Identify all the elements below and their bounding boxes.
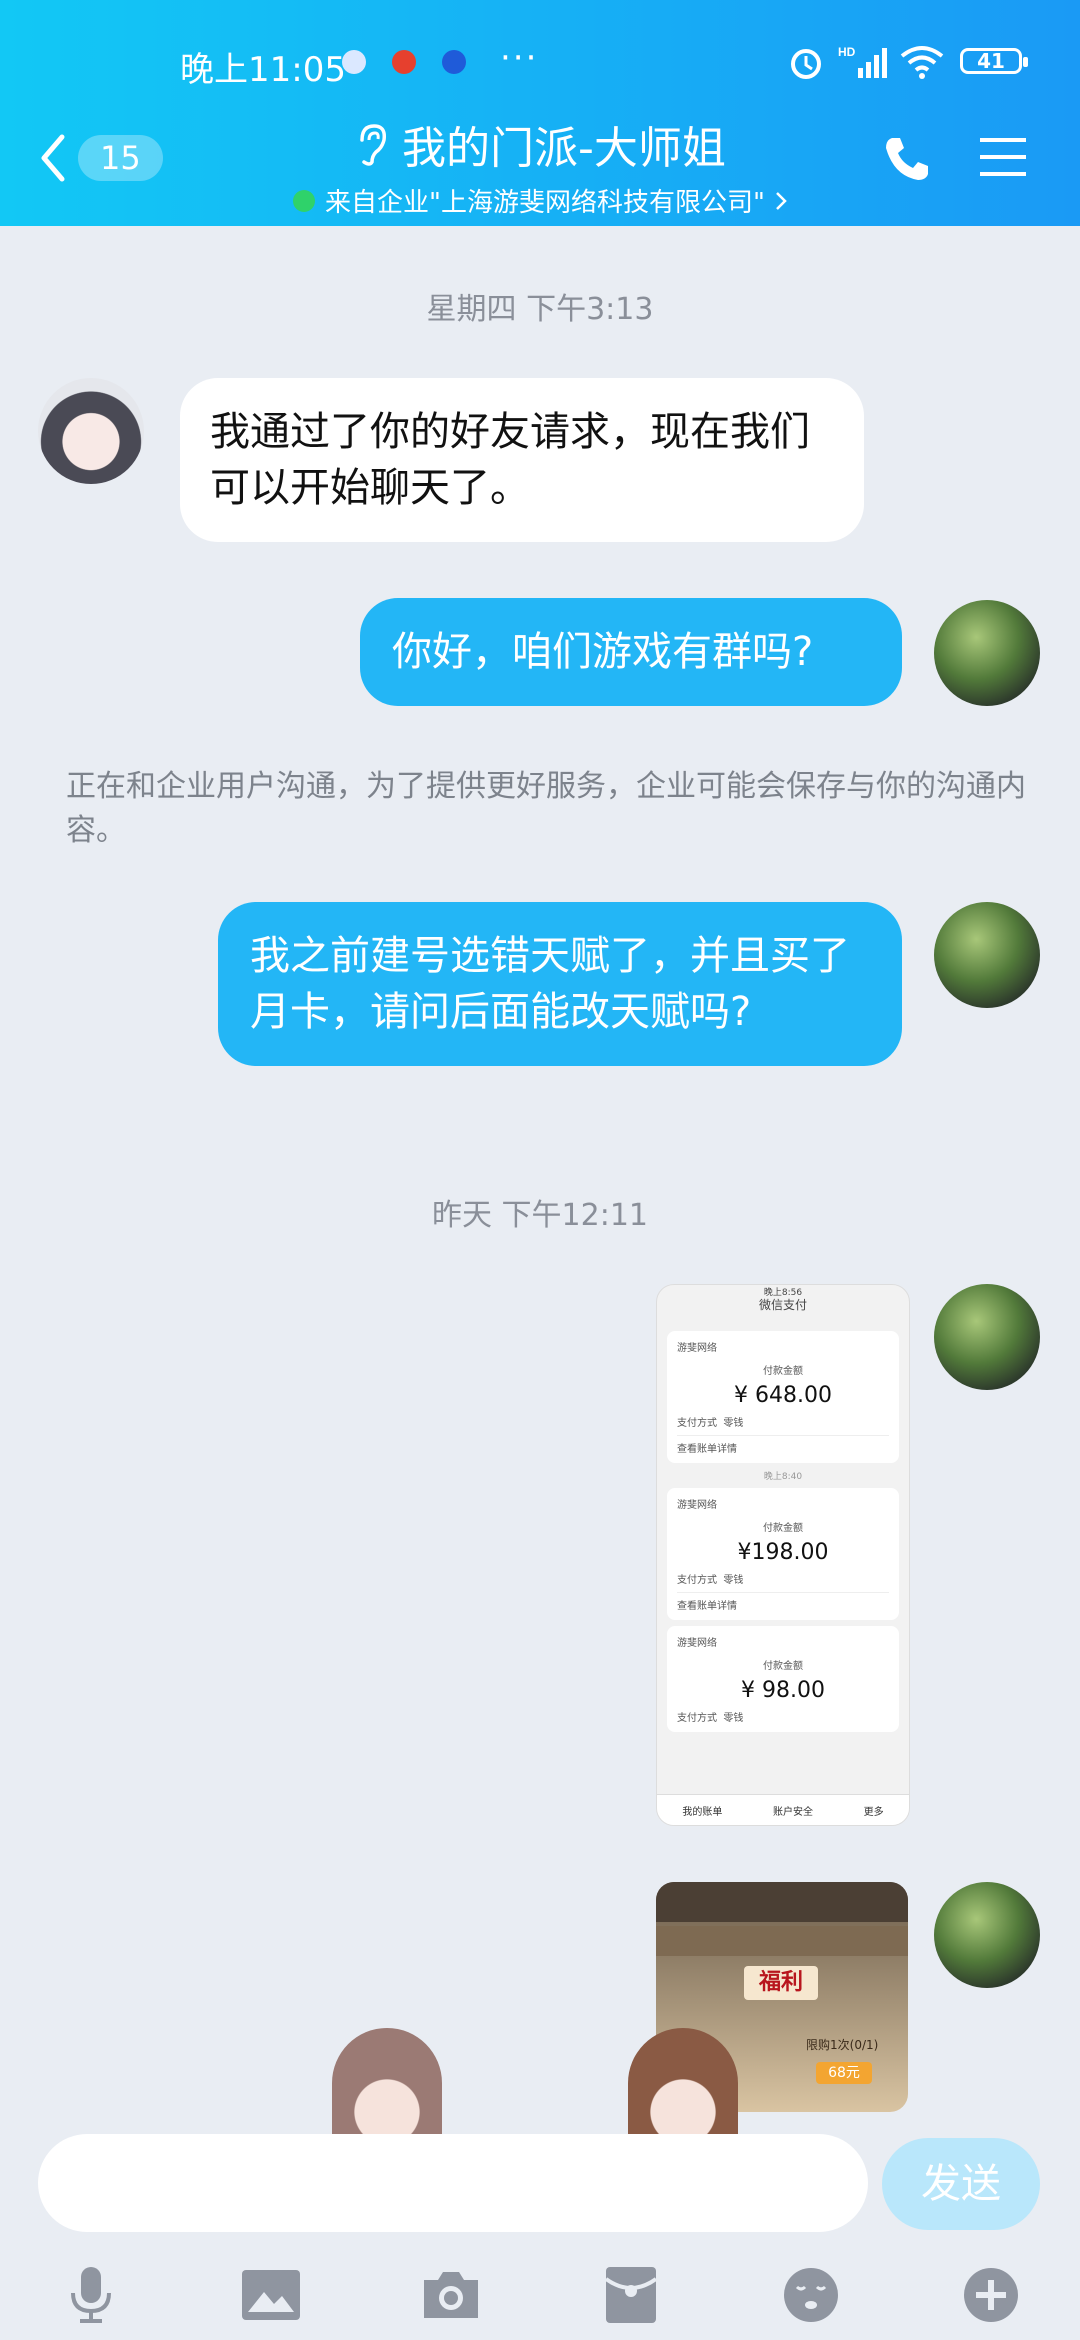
game-price-tag: 68元: [816, 2062, 872, 2084]
screenshot-header: 晚上8:56 微信支付: [657, 1285, 909, 1325]
status-bar: 晚上11:05 ··· HD 41: [0, 0, 1080, 120]
my-avatar[interactable]: [934, 1284, 1040, 1390]
payment-label: 付款金额: [763, 1366, 803, 1377]
red-packet-icon: [604, 2267, 658, 2323]
payment-method: 零钱: [723, 1418, 744, 1429]
signal-icon: HD: [838, 45, 887, 78]
payment-method-label: 支付方式: [677, 1575, 717, 1586]
payment-merchant: 游斐网络: [677, 1343, 717, 1354]
payment-label: 付款金额: [763, 1523, 803, 1534]
image-button[interactable]: [236, 2260, 306, 2330]
payment-method-label: 支付方式: [677, 1713, 717, 1724]
more-button[interactable]: [956, 2260, 1026, 2330]
payment-amount: ¥ 98.00: [741, 1678, 825, 1703]
app-notification-icon: [442, 50, 466, 74]
my-avatar[interactable]: [934, 902, 1040, 1008]
outgoing-message-bubble[interactable]: 你好，咱们游戏有群吗?: [360, 598, 902, 706]
bill-detail-link: 查看账单详情: [677, 1592, 889, 1612]
app-notification-icon: [342, 50, 366, 74]
camera-icon: [424, 2272, 478, 2318]
voice-button[interactable]: [56, 2260, 126, 2330]
svg-text:HD: HD: [838, 45, 856, 59]
payment-screenshot-image[interactable]: 晚上8:56 微信支付 游斐网络 付款金额 ¥ 648.00 支付方式 零钱 查…: [656, 1284, 910, 1826]
payment-method-label: 支付方式: [677, 1418, 717, 1429]
screenshot-tab: 更多: [863, 1806, 884, 1818]
microphone-icon: [71, 2267, 111, 2323]
ear-icon: [360, 124, 387, 166]
screenshot-tab: 账户安全: [772, 1806, 813, 1818]
my-avatar[interactable]: [934, 1882, 1040, 1988]
payment-method: 零钱: [723, 1713, 744, 1724]
emoji-icon: [784, 2268, 838, 2322]
chevron-right-icon: [776, 191, 787, 210]
menu-button[interactable]: [978, 134, 1028, 180]
payment-merchant: 游斐网络: [677, 1638, 717, 1649]
message-timestamp: 星期四 下午3:13: [426, 292, 654, 327]
contact-avatar[interactable]: [38, 378, 144, 484]
payment-label: 付款金额: [763, 1661, 803, 1672]
more-notifications-icon: ···: [500, 38, 539, 78]
game-limit-text: 限购1次(0/1): [806, 2038, 879, 2052]
status-time: 晚上11:05: [180, 50, 346, 90]
chat-header: 晚上11:05 ··· HD 41 15 我的门派-大师姐 来自企业"上海游斐网…: [0, 0, 1080, 226]
payment-card: 游斐网络 付款金额 ¥198.00 支付方式 零钱 查看账单详情: [667, 1488, 899, 1620]
payment-amount: ¥198.00: [737, 1540, 829, 1565]
game-topbar: [656, 1882, 908, 1922]
payment-amount: ¥ 648.00: [734, 1383, 832, 1408]
separator-time: 晚上8:40: [763, 1472, 803, 1482]
my-avatar[interactable]: [934, 600, 1040, 706]
message-input[interactable]: [38, 2134, 868, 2232]
plus-icon: [964, 2268, 1018, 2322]
chat-title: 我的门派-大师姐: [402, 123, 726, 174]
alarm-icon: [791, 49, 821, 79]
screenshot-bottom-tabs: 我的账单 账户安全 更多: [657, 1794, 909, 1825]
chat-subtitle: 来自企业"上海游斐网络科技有限公司": [325, 188, 765, 218]
send-button[interactable]: 发送: [882, 2138, 1040, 2230]
payment-card: 游斐网络 付款金额 ¥ 648.00 支付方式 零钱 查看账单详情: [667, 1331, 899, 1463]
online-status-dot: [293, 189, 316, 212]
game-roof: [656, 1926, 908, 1956]
screenshot-status-time: 晚上8:56: [763, 1288, 803, 1298]
wifi-icon: [900, 46, 944, 79]
screenshot-tab: 我的账单: [682, 1806, 723, 1818]
decorative-character: [332, 2028, 442, 2148]
camera-button[interactable]: [416, 2260, 486, 2330]
message-timestamp: 昨天 下午12:11: [432, 1198, 648, 1233]
input-toolbar: [0, 2250, 1080, 2340]
payment-card: 游斐网络 付款金额 ¥ 98.00 支付方式 零钱: [667, 1626, 899, 1732]
decorative-character: [628, 2028, 738, 2148]
bill-detail-link: 查看账单详情: [677, 1435, 889, 1455]
phone-call-button[interactable]: [880, 132, 934, 186]
incoming-message-bubble[interactable]: 我通过了你的好友请求，现在我们可以开始聊天了。: [180, 378, 864, 542]
image-icon: [242, 2270, 300, 2320]
red-packet-button[interactable]: [596, 2260, 666, 2330]
emoji-button[interactable]: [776, 2260, 846, 2330]
payment-method: 零钱: [723, 1575, 744, 1586]
outgoing-message-bubble[interactable]: 我之前建号选错天赋了，并且买了月卡，请问后面能改天赋吗?: [218, 902, 902, 1066]
app-notification-icon: [392, 50, 416, 74]
game-welfare-banner: 福利: [744, 1966, 818, 2000]
payment-merchant: 游斐网络: [677, 1500, 717, 1511]
enterprise-notice: 正在和企业用户沟通，为了提供更好服务，企业可能会保存与你的沟通内容。: [66, 769, 1026, 848]
battery-icon: 41: [960, 48, 1028, 74]
